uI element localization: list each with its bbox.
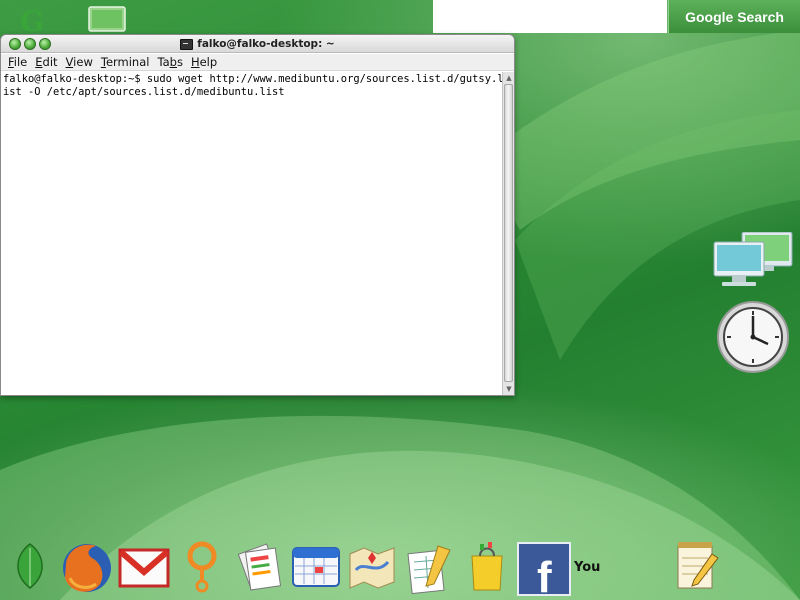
terminal-line: ist -O /etc/apt/sources.list.d/medibuntu… [3, 86, 285, 98]
menu-tabs[interactable]: Tabs [156, 55, 187, 69]
terminal-icon [180, 38, 194, 50]
terminal-line: falko@falko-desktop:~$ sudo wget http://… [3, 73, 504, 85]
google-search-input[interactable] [433, 0, 667, 33]
leaf-icon[interactable] [10, 540, 50, 596]
calendar-icon[interactable] [290, 540, 342, 596]
close-button[interactable] [9, 38, 21, 50]
terminal-output[interactable]: falko@falko-desktop:~$ sudo wget http://… [1, 72, 504, 395]
maps-icon[interactable] [346, 540, 398, 596]
docs-icon[interactable] [404, 540, 456, 600]
google-search-button[interactable]: Google Search [668, 0, 800, 33]
scroll-up-arrow-icon[interactable]: ▲ [504, 73, 514, 83]
facebook-icon[interactable]: f [517, 542, 571, 600]
terminal-window: falko@falko-desktop: ~ File Edit View Te… [0, 34, 515, 396]
menu-file[interactable]: File [7, 55, 32, 69]
svg-text:f: f [537, 553, 552, 596]
minimize-button[interactable] [24, 38, 36, 50]
scrollbar-thumb[interactable] [504, 84, 513, 382]
google-g-icon[interactable]: G [14, 5, 54, 38]
window-title: falko@falko-desktop: ~ [197, 38, 335, 50]
menu-help[interactable]: Help [190, 55, 222, 69]
monitor-icon[interactable] [88, 6, 128, 34]
menu-bar: File Edit View Terminal Tabs Help [1, 54, 514, 71]
gmail-icon[interactable] [118, 540, 170, 596]
menu-edit[interactable]: Edit [34, 55, 62, 69]
window-titlebar[interactable]: falko@falko-desktop: ~ [1, 35, 514, 53]
vertical-scrollbar[interactable]: ▲ ▼ [502, 72, 514, 395]
scroll-down-arrow-icon[interactable]: ▼ [504, 384, 514, 394]
firefox-icon[interactable] [60, 540, 114, 600]
shopping-bag-icon[interactable] [466, 540, 508, 598]
news-icon[interactable] [234, 540, 286, 598]
clock-icon[interactable] [716, 300, 790, 374]
svg-text:G: G [20, 6, 44, 36]
maximize-button[interactable] [39, 38, 51, 50]
youtube-label[interactable]: You [574, 560, 600, 575]
menu-terminal[interactable]: Terminal [100, 55, 155, 69]
network-computers-icon[interactable] [712, 231, 794, 292]
orkut-icon[interactable] [182, 540, 222, 600]
menu-view[interactable]: View [65, 55, 98, 69]
notepad-icon[interactable] [672, 540, 722, 596]
